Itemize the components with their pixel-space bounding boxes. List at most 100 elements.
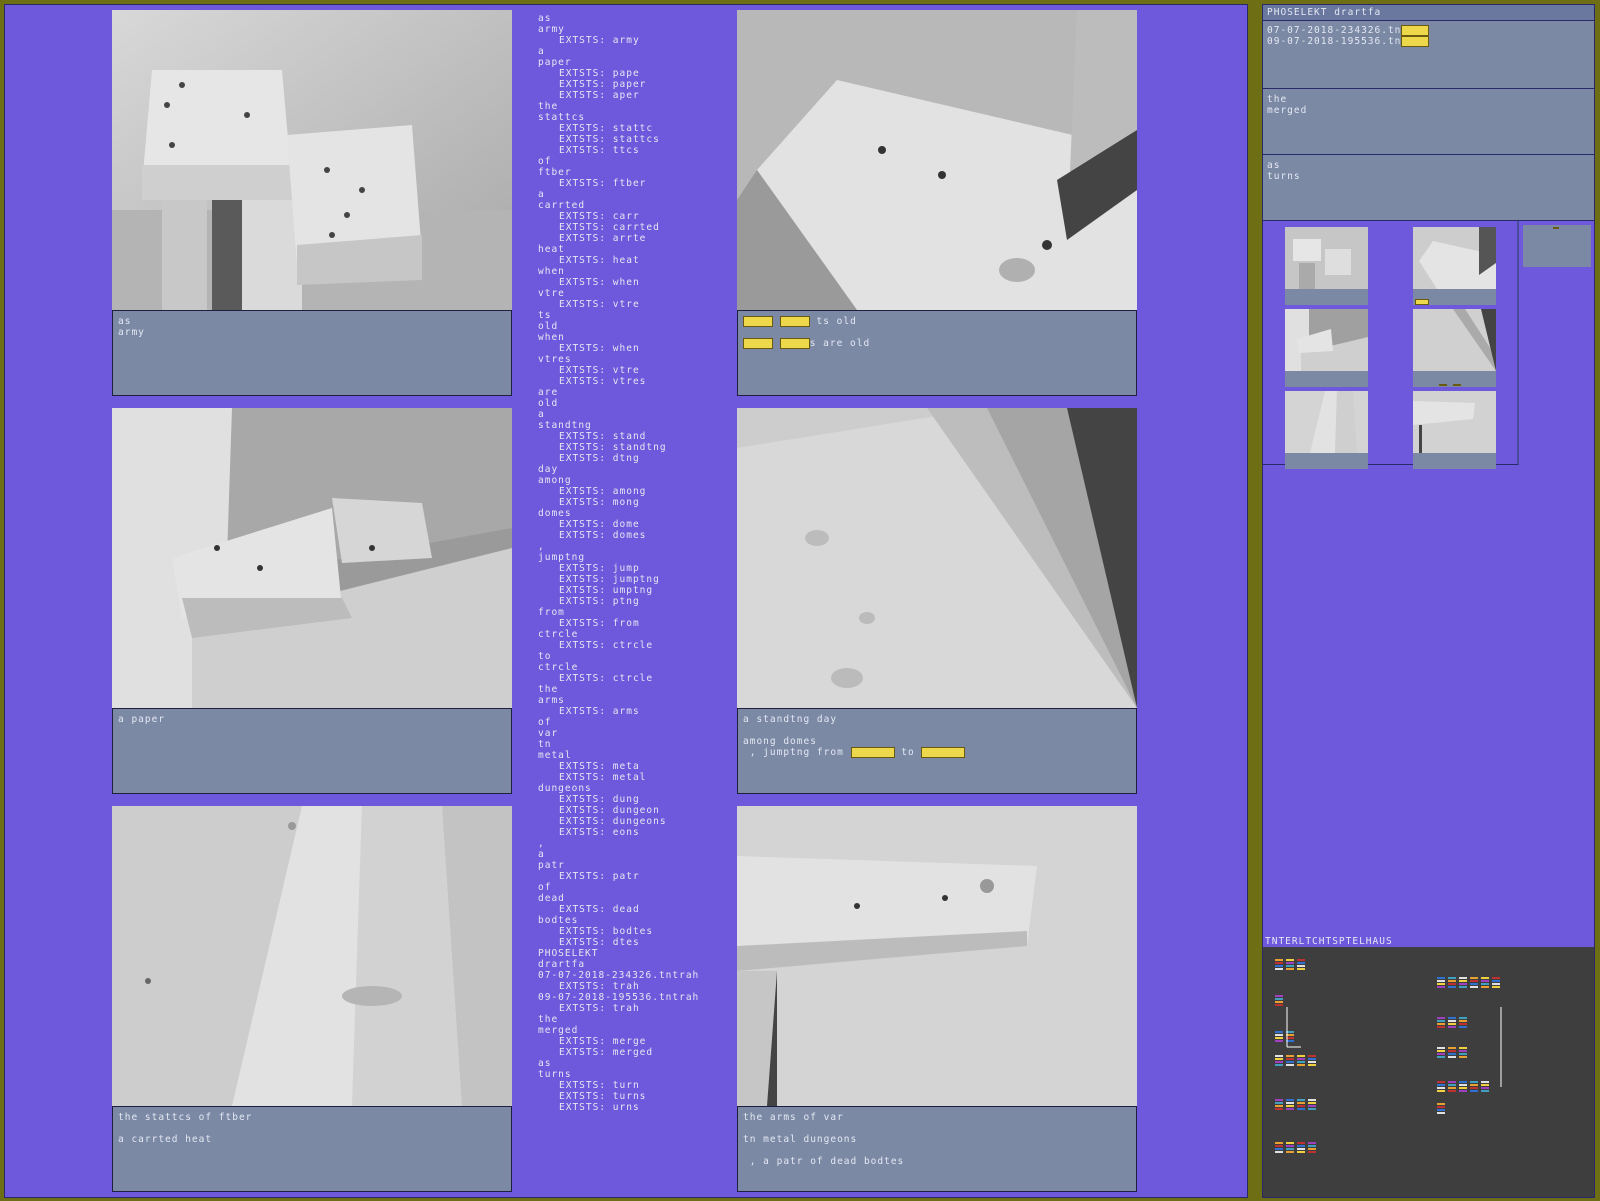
glyph-bar <box>1492 986 1500 988</box>
glyph-bar <box>1448 986 1456 988</box>
glyph-bar <box>1437 986 1445 988</box>
glyph-bar <box>1275 1031 1283 1033</box>
file-panel: PHOSELEKT drartfa 07-07-2018-234326.tn 09-… <box>1263 5 1594 89</box>
word-entry: when <box>538 332 565 343</box>
word-entry: ctrcle <box>538 629 579 640</box>
card-caption: the arms of var tn metal dungeons , a pa… <box>737 1106 1137 1192</box>
exists-entry: EXTSTS: army <box>559 35 640 46</box>
glyph-bar <box>1459 1087 1467 1089</box>
word-entry: 07-07-2018-234326.tntrah <box>538 970 700 981</box>
glyph-bar <box>1275 1064 1283 1066</box>
glyph-bar <box>1275 968 1283 970</box>
glyph-bar <box>1275 965 1283 967</box>
glyph-bar <box>1437 1090 1445 1092</box>
thumbnail[interactable] <box>1413 309 1496 389</box>
word-entry: when <box>538 266 565 277</box>
glyph-bar <box>1437 1081 1445 1083</box>
thumbnail[interactable] <box>1285 309 1368 389</box>
thumbnail[interactable] <box>1413 227 1496 307</box>
card-2[interactable]: ts old s are old <box>737 10 1137 404</box>
glyph-bar <box>1275 1102 1283 1104</box>
word-entry: vtre <box>538 288 565 299</box>
word-entry: var <box>538 728 559 739</box>
exists-entry: EXTSTS: when <box>559 277 640 288</box>
exists-entry: EXTSTS: patr <box>559 871 640 882</box>
card-6[interactable]: the arms of var tn metal dungeons , a pa… <box>737 806 1137 1200</box>
word-entry: PHOSELEKT <box>538 948 599 959</box>
card-3[interactable]: a paper <box>112 408 512 802</box>
exists-entry: EXTSTS: vtres <box>559 376 647 387</box>
exists-entry: EXTSTS: paper <box>559 79 647 90</box>
glyph-bar <box>1308 1151 1316 1153</box>
glyph-bar <box>1297 1055 1305 1057</box>
card-caption: the stattcs of ftber a carrted heat <box>112 1106 512 1192</box>
word-entry: stattcs <box>538 112 586 123</box>
glyph-bar <box>1459 1023 1467 1025</box>
exists-entry: EXTSTS: trah <box>559 981 640 992</box>
glyph-bar <box>1448 1020 1456 1022</box>
glyph-bar <box>1459 1090 1467 1092</box>
word-entry: as <box>538 1058 552 1069</box>
glyph-bar <box>1297 1099 1305 1101</box>
wood-photo-5 <box>112 806 512 1106</box>
word-list: as army EXTSTS: army a paper EXTSTS: pape EXTS… <box>538 13 728 1113</box>
glyph-bar <box>1297 968 1305 970</box>
glyph-bar <box>1308 1058 1316 1060</box>
exists-entry: EXTSTS: arms <box>559 706 640 717</box>
glyph-bar <box>1481 1087 1489 1089</box>
glyph-bar <box>1481 1090 1489 1092</box>
glyph-bar <box>1437 1056 1445 1058</box>
glyph-bar <box>1459 1047 1467 1049</box>
glyph-bar <box>1481 977 1489 979</box>
glyph-bar <box>1481 980 1489 982</box>
word-entry: a <box>538 46 545 57</box>
exists-entry: EXTSTS: stattcs <box>559 134 660 145</box>
glyph-bar <box>1459 986 1467 988</box>
exists-entry: EXTSTS: arrte <box>559 233 647 244</box>
glyph-bar <box>1308 1102 1316 1104</box>
card-1[interactable]: as army <box>112 10 512 404</box>
turns-panel: as turns <box>1263 155 1594 221</box>
glyph-bar <box>1437 1026 1445 1028</box>
file-entry[interactable]: 09-07-2018-195536.tn <box>1267 36 1590 47</box>
glyph-bar <box>1459 1084 1467 1086</box>
glyph-bar <box>1297 1058 1305 1060</box>
glyph-bar <box>1275 1001 1283 1003</box>
glyph-bar <box>1437 1106 1445 1108</box>
glyph-bar <box>1308 1061 1316 1063</box>
exists-entry: EXTSTS: ttcs <box>559 145 640 156</box>
exists-entry: EXTSTS: pape <box>559 68 640 79</box>
exists-entry: EXTSTS: ftber <box>559 178 647 189</box>
glyph-bar <box>1448 1050 1456 1052</box>
word-entry: are <box>538 387 559 398</box>
glyph-bar <box>1286 968 1294 970</box>
glyph-bar <box>1459 1017 1467 1019</box>
card-caption: a standtng day among domes , jumptng fro… <box>737 708 1137 794</box>
glyph-bar <box>1275 1148 1283 1150</box>
glyph-bar <box>1275 1099 1283 1101</box>
glyph-bar <box>1286 959 1294 961</box>
exists-entry: EXTSTS: dtes <box>559 937 640 948</box>
word-entry: a <box>538 189 545 200</box>
exists-entry: EXTSTS: heat <box>559 255 640 266</box>
exists-entry: EXTSTS: dungeons <box>559 816 667 827</box>
glyph-bar <box>1286 962 1294 964</box>
card-5[interactable]: the stattcs of ftber a carrted heat <box>112 806 512 1200</box>
highlight-box <box>1439 383 1447 386</box>
glyph-bar <box>1470 1081 1478 1083</box>
card-caption: a paper <box>112 708 512 794</box>
glyph-bar <box>1308 1145 1316 1147</box>
glyph-bar <box>1448 1023 1456 1025</box>
card-4[interactable]: a standtng day among domes , jumptng fro… <box>737 408 1137 802</box>
thumbnail[interactable] <box>1413 391 1496 471</box>
glyph-bar <box>1275 1061 1283 1063</box>
card-caption: ts old s are old <box>737 310 1137 396</box>
glyph-bar <box>1437 1112 1445 1114</box>
thumbnail[interactable] <box>1285 391 1368 471</box>
exists-entry: EXTSTS: bodtes <box>559 926 654 937</box>
highlight-box <box>743 338 773 349</box>
thumbnail[interactable] <box>1285 227 1368 307</box>
file-entry[interactable]: 07-07-2018-234326.tn <box>1267 25 1590 36</box>
glyph-bar <box>1470 980 1478 982</box>
glyph-bar <box>1308 1148 1316 1150</box>
